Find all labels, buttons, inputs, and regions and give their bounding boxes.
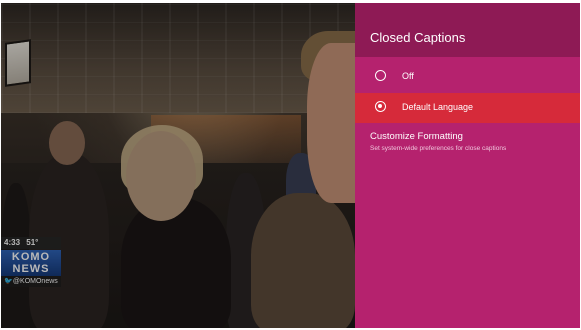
radio-checked-icon <box>375 101 386 112</box>
option-default-language[interactable]: Default Language <box>355 93 580 123</box>
closed-captions-panel: Closed Captions Off Default Language Cus… <box>355 3 580 328</box>
video-dim-overlay <box>1 3 355 328</box>
radio-unchecked-icon <box>375 70 386 81</box>
panel-header: Closed Captions <box>355 3 580 57</box>
option-off-label: Off <box>402 71 414 81</box>
customize-formatting-title: Customize Formatting <box>370 131 463 142</box>
customize-formatting-description: Set system-wide preferences for close ca… <box>370 145 507 152</box>
option-off[interactable]: Off <box>355 62 580 92</box>
panel-title: Closed Captions <box>370 30 466 45</box>
customize-formatting-item[interactable]: Customize Formatting Set system-wide pre… <box>370 131 570 154</box>
option-default-language-label: Default Language <box>402 102 474 112</box>
tv-screen: 4:33 51° KOMO NEWS 🐦@KOMOnews Closed Cap… <box>0 0 581 330</box>
